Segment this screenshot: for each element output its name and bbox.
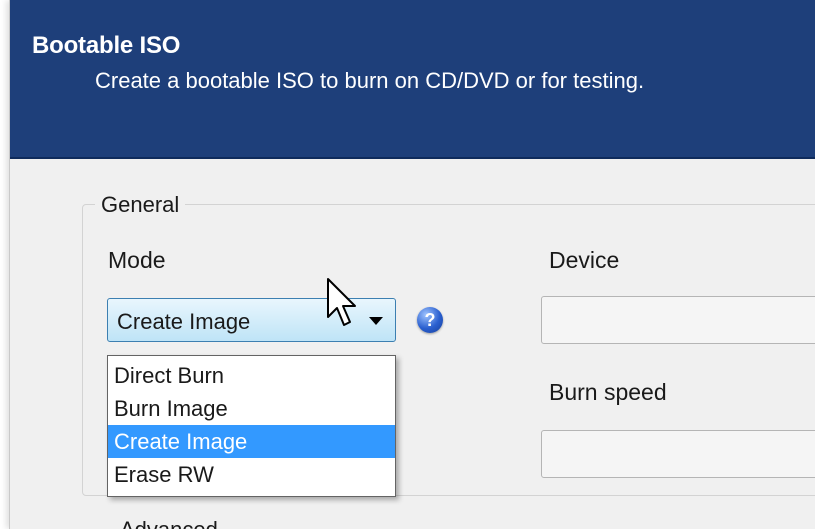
device-label: Device xyxy=(549,247,620,273)
burn-speed-combobox[interactable] xyxy=(541,430,815,478)
mode-combobox-value: Create Image xyxy=(117,309,251,334)
mode-option-burn-image[interactable]: Burn Image xyxy=(108,392,395,425)
help-icon[interactable]: ? xyxy=(417,307,443,333)
chevron-down-icon xyxy=(369,317,383,325)
content-area: General Mode Create Image ? Direct Burn … xyxy=(10,159,815,529)
mode-option-direct-burn[interactable]: Direct Burn xyxy=(108,359,395,392)
page-title: Bootable ISO xyxy=(32,32,181,59)
mode-label: Mode xyxy=(108,247,166,273)
page-subtitle: Create a bootable ISO to burn on CD/DVD … xyxy=(95,68,645,93)
mouse-cursor-icon xyxy=(327,278,356,326)
mode-option-create-image[interactable]: Create Image xyxy=(108,425,395,458)
burn-speed-label: Burn speed xyxy=(549,379,667,405)
advanced-group-legend: Advanced xyxy=(120,517,218,529)
general-group-legend: General xyxy=(95,192,186,218)
window: Bootable ISO Create a bootable ISO to bu… xyxy=(9,0,815,529)
mode-dropdown-list: Direct Burn Burn Image Create Image Eras… xyxy=(107,355,396,497)
mode-option-erase-rw[interactable]: Erase RW xyxy=(108,458,395,491)
header-banner: Bootable ISO Create a bootable ISO to bu… xyxy=(10,0,815,159)
device-field[interactable] xyxy=(541,296,815,344)
